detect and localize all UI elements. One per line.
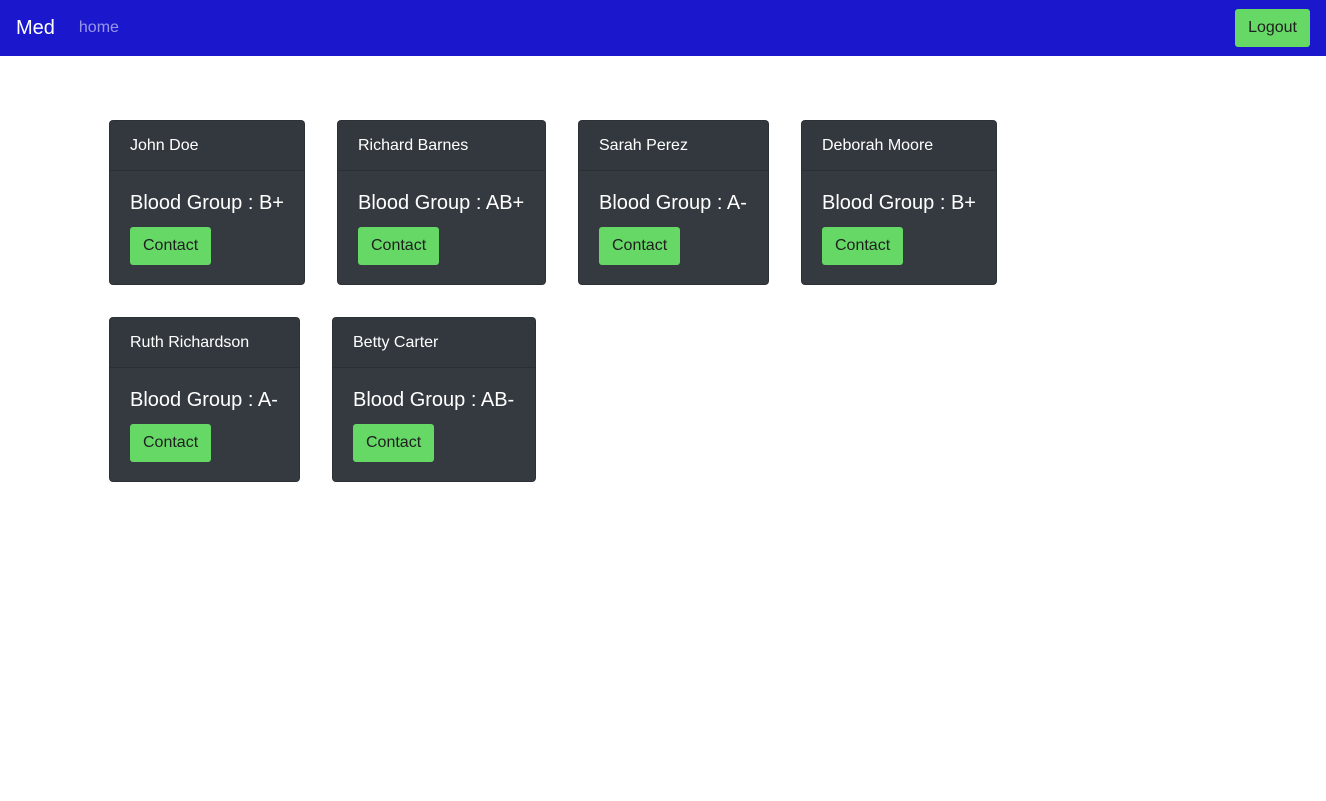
donor-card: Deborah Moore Blood Group : B+ Contact [801, 120, 997, 285]
donor-name: Betty Carter [333, 318, 535, 368]
donor-name: Sarah Perez [579, 121, 768, 171]
donor-name: Ruth Richardson [110, 318, 299, 368]
donor-card: Sarah Perez Blood Group : A- Contact [578, 120, 769, 285]
blood-group-label: Blood Group : AB+ [358, 192, 525, 214]
card-body: Blood Group : B+ Contact [110, 171, 304, 285]
brand-logo[interactable]: Med [16, 18, 55, 38]
donor-name: John Doe [110, 121, 304, 171]
card-body: Blood Group : B+ Contact [802, 171, 996, 285]
logout-button[interactable]: Logout [1235, 9, 1310, 47]
contact-button[interactable]: Contact [822, 227, 904, 265]
donor-name: Richard Barnes [338, 121, 545, 171]
top-navbar: Med home Logout [0, 0, 1326, 56]
contact-button[interactable]: Contact [358, 227, 440, 265]
contact-button[interactable]: Contact [130, 227, 212, 265]
card-body: Blood Group : A- Contact [579, 171, 768, 285]
donor-card: Ruth Richardson Blood Group : A- Contact [109, 317, 300, 482]
donor-card: John Doe Blood Group : B+ Contact [109, 120, 305, 285]
card-body: Blood Group : AB- Contact [333, 368, 535, 482]
donor-card: Richard Barnes Blood Group : AB+ Contact [337, 120, 546, 285]
blood-group-label: Blood Group : A- [130, 389, 278, 411]
contact-button[interactable]: Contact [353, 424, 435, 462]
card-body: Blood Group : AB+ Contact [338, 171, 545, 285]
blood-group-label: Blood Group : B+ [130, 192, 284, 214]
donor-name: Deborah Moore [802, 121, 996, 171]
blood-group-label: Blood Group : AB- [353, 389, 515, 411]
blood-group-label: Blood Group : B+ [822, 192, 976, 214]
nav-link-home[interactable]: home [79, 19, 119, 37]
donor-card: Betty Carter Blood Group : AB- Contact [332, 317, 536, 482]
blood-group-label: Blood Group : A- [599, 192, 747, 214]
contact-button[interactable]: Contact [599, 227, 681, 265]
contact-button[interactable]: Contact [130, 424, 212, 462]
card-body: Blood Group : A- Contact [110, 368, 299, 482]
